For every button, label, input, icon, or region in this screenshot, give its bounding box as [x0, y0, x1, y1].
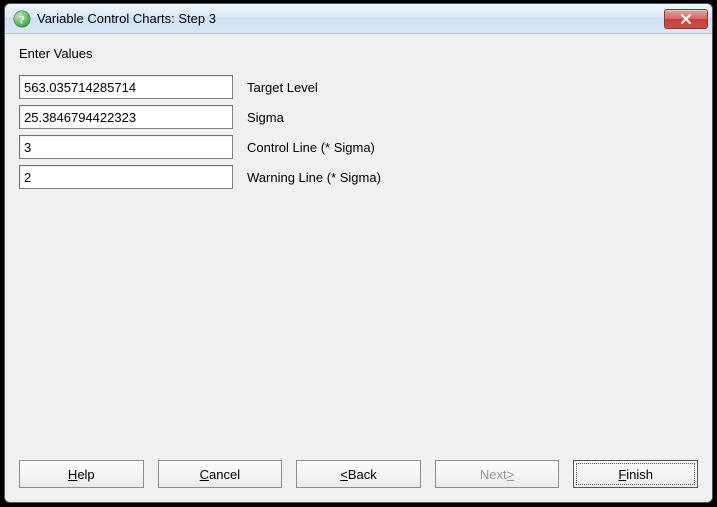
svg-text:?: ? — [19, 12, 25, 26]
control-line-label: Control Line (* Sigma) — [247, 140, 375, 155]
row-sigma: Sigma — [19, 105, 698, 129]
button-bar: Help Cancel < Back Next > Finish — [5, 450, 712, 502]
row-target-level: Target Level — [19, 75, 698, 99]
next-button: Next > — [435, 460, 560, 488]
row-control-line: Control Line (* Sigma) — [19, 135, 698, 159]
cancel-button[interactable]: Cancel — [158, 460, 283, 488]
back-button[interactable]: < Back — [296, 460, 421, 488]
close-icon — [679, 13, 693, 25]
target-level-input[interactable] — [19, 75, 233, 99]
sigma-input[interactable] — [19, 105, 233, 129]
row-warning-line: Warning Line (* Sigma) — [19, 165, 698, 189]
dialog-window: ? Variable Control Charts: Step 3 Enter … — [4, 3, 713, 503]
section-label: Enter Values — [19, 46, 698, 61]
titlebar: ? Variable Control Charts: Step 3 — [5, 4, 712, 34]
window-title: Variable Control Charts: Step 3 — [37, 11, 664, 26]
target-level-label: Target Level — [247, 80, 318, 95]
finish-button[interactable]: Finish — [573, 460, 698, 488]
help-icon: ? — [13, 10, 31, 28]
control-line-input[interactable] — [19, 135, 233, 159]
help-button[interactable]: Help — [19, 460, 144, 488]
close-button[interactable] — [664, 9, 708, 29]
sigma-label: Sigma — [247, 110, 284, 125]
warning-line-input[interactable] — [19, 165, 233, 189]
content-area: Enter Values Target Level Sigma Control … — [5, 34, 712, 450]
warning-line-label: Warning Line (* Sigma) — [247, 170, 381, 185]
